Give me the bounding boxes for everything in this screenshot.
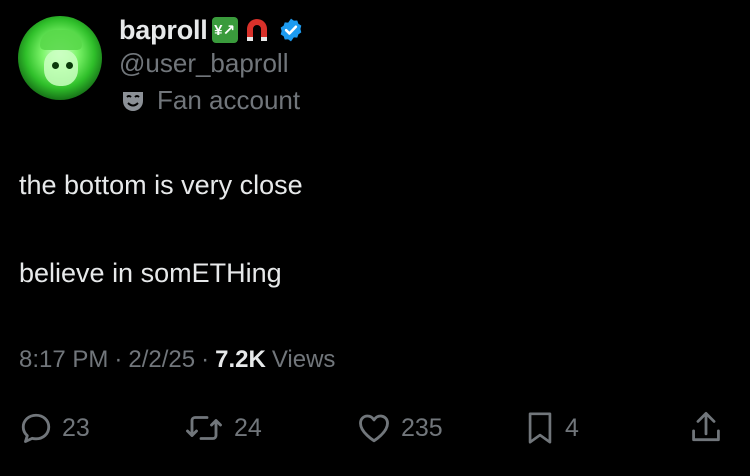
bookmark-button[interactable]: 4 [523, 408, 579, 448]
tweet-text-line: believe in somETHing [19, 258, 282, 288]
repost-button[interactable]: 24 [182, 408, 262, 448]
repost-icon [186, 416, 222, 440]
avatar[interactable] [18, 16, 102, 100]
bookmark-count: 4 [565, 413, 579, 442]
avatar-eye [52, 62, 59, 69]
author-name-row: baproll ¥↗ [119, 12, 304, 48]
avatar-eye [66, 62, 73, 69]
theater-mask-icon [123, 91, 143, 111]
tweet-time[interactable]: 8:17 PM [19, 346, 108, 374]
tweet-text-line: the bottom is very close [19, 170, 303, 200]
reply-button[interactable]: 23 [18, 408, 90, 448]
like-button[interactable]: 235 [355, 408, 443, 448]
reply-icon [21, 413, 51, 443]
account-label: Fan account [119, 85, 300, 116]
tweet-meta: 8:17 PM · 2/2/25 · 7.2K Views [19, 346, 335, 374]
chart-emoji-icon: ¥↗ [211, 17, 238, 43]
share-icon [692, 411, 720, 442]
author-handle[interactable]: @user_baproll [119, 48, 288, 79]
tweet-date[interactable]: 2/2/25 [128, 346, 195, 374]
reply-count: 23 [62, 413, 90, 442]
avatar-face [44, 50, 78, 86]
like-count: 235 [401, 413, 443, 442]
account-label-text: Fan account [157, 85, 301, 115]
like-icon [359, 414, 389, 443]
repost-count: 24 [234, 413, 262, 442]
share-button[interactable] [688, 408, 724, 448]
views-count: 7.2K [215, 346, 266, 373]
meta-separator: · [114, 346, 123, 373]
avatar-hat [40, 30, 82, 50]
magnet-emoji-icon [246, 19, 267, 41]
bookmark-icon [528, 412, 552, 444]
meta-separator: · [201, 346, 210, 373]
views-label: Views [271, 346, 336, 373]
author-display-name[interactable]: baproll [119, 15, 208, 46]
verified-badge-icon [280, 18, 301, 42]
